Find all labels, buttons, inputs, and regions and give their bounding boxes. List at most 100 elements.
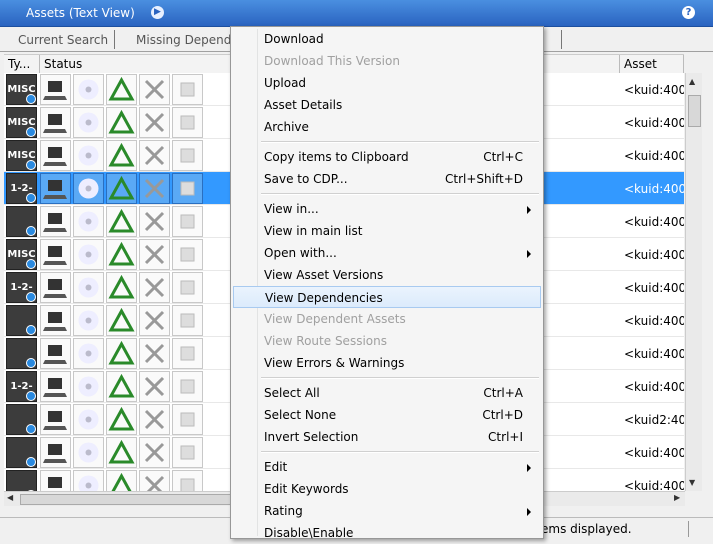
triangle-icon [106, 305, 137, 336]
menu-item-invert-selection[interactable]: Invert Selection Ctrl+I [233, 426, 541, 448]
menu-item-view-asset-versions[interactable]: View Asset Versions [233, 264, 541, 286]
asset-kuid: <kuid:40008 [624, 116, 684, 130]
menu-item-label: Select None [264, 408, 337, 422]
menu-item-view-in-main-list[interactable]: View in main list [233, 220, 541, 242]
vertical-scroll-thumb[interactable] [688, 95, 701, 127]
tools-icon [139, 74, 170, 105]
tools-icon [139, 206, 170, 237]
disc-icon [73, 470, 104, 491]
tab-separator [561, 30, 562, 49]
menu-item-save-to-cdp[interactable]: Save to CDP... Ctrl+Shift+D [233, 168, 541, 190]
menu-item-view-errors-warnings[interactable]: View Errors & Warnings [233, 352, 541, 374]
tools-icon [139, 404, 170, 435]
disc-icon [73, 74, 104, 105]
installed-dot-icon [26, 127, 36, 137]
square-icon [172, 74, 203, 105]
help-icon[interactable]: ? [682, 6, 695, 19]
installed-dot-icon [26, 160, 36, 170]
window-title: Assets (Text View) [26, 6, 135, 20]
disc-icon [73, 338, 104, 369]
scroll-left-icon[interactable]: ◀ [7, 493, 13, 502]
installed-dot-icon [26, 226, 36, 236]
menu-item-view-in[interactable]: View in... [233, 198, 541, 220]
laptop-icon [40, 272, 71, 303]
installed-dot-icon [26, 424, 36, 434]
menu-item-select-all[interactable]: Select All Ctrl+A [233, 382, 541, 404]
tools-icon [139, 173, 170, 204]
tools-icon [139, 140, 170, 171]
triangle-icon [106, 239, 137, 270]
asset-type-icon: MISC [6, 239, 37, 270]
menu-item-archive[interactable]: Archive [233, 116, 541, 138]
menu-item-disable-enable[interactable]: Disable\Enable [233, 522, 541, 544]
column-header-type[interactable]: Ty... [4, 55, 40, 73]
asset-type-icon: MISC [6, 140, 37, 171]
laptop-icon [40, 338, 71, 369]
installed-dot-icon [26, 94, 36, 104]
menu-item-select-none[interactable]: Select None Ctrl+D [233, 404, 541, 426]
menu-item-upload[interactable]: Upload [233, 72, 541, 94]
scroll-down-icon[interactable]: ▼ [689, 478, 695, 487]
triangle-icon [106, 371, 137, 402]
asset-type-icon [6, 437, 37, 468]
menu-item-edit[interactable]: Edit [233, 456, 541, 478]
laptop-icon [40, 206, 71, 237]
menu-item-download-this-version[interactable]: Download This Version [233, 50, 541, 72]
menu-separator [261, 141, 539, 143]
asset-kuid: <kuid:40008 [624, 215, 684, 229]
laptop-icon [40, 74, 71, 105]
asset-kuid: <kuid:40008 [624, 83, 684, 97]
menu-item-label: View Dependent Assets [264, 312, 406, 326]
square-icon [172, 206, 203, 237]
menu-item-label: Edit Keywords [264, 482, 349, 496]
menu-item-label: Copy items to Clipboard [264, 150, 409, 164]
square-icon [172, 437, 203, 468]
tools-icon [139, 371, 170, 402]
vertical-scrollbar[interactable]: ▲ ▼ [685, 73, 702, 491]
menu-item-copy-items-to-clipboard[interactable]: Copy items to Clipboard Ctrl+C [233, 146, 541, 168]
menu-item-shortcut: Ctrl+C [483, 150, 523, 164]
menu-item-asset-details[interactable]: Asset Details [233, 94, 541, 116]
menu-item-open-with[interactable]: Open with... [233, 242, 541, 264]
square-icon [172, 272, 203, 303]
menu-item-view-route-sessions[interactable]: View Route Sessions [233, 330, 541, 352]
scroll-up-icon[interactable]: ▲ [689, 77, 695, 86]
asset-kuid: <kuid:40008 [624, 182, 684, 196]
triangle-icon [106, 404, 137, 435]
menu-item-shortcut: Ctrl+D [482, 408, 523, 422]
horizontal-scroll-thumb[interactable] [20, 494, 232, 505]
menu-item-edit-keywords[interactable]: Edit Keywords [233, 478, 541, 500]
menu-item-label: Archive [264, 120, 309, 134]
scroll-right-icon[interactable]: ▶ [674, 493, 680, 502]
laptop-icon [40, 173, 71, 204]
installed-dot-icon [26, 358, 36, 368]
laptop-icon [40, 470, 71, 491]
installed-dot-icon [26, 193, 36, 203]
disc-icon [73, 371, 104, 402]
laptop-icon [40, 404, 71, 435]
triangle-icon [106, 272, 137, 303]
triangle-icon [106, 206, 137, 237]
laptop-icon [40, 239, 71, 270]
tools-icon [139, 107, 170, 138]
options-icon[interactable]: ▶ [151, 6, 164, 19]
asset-type-icon: MISC [6, 107, 37, 138]
menu-item-view-dependencies[interactable]: View Dependencies [233, 286, 541, 308]
tab-current-search[interactable]: Current Search [18, 30, 108, 50]
menu-item-view-dependent-assets[interactable]: View Dependent Assets [233, 308, 541, 330]
menu-item-label: Open with... [264, 246, 337, 260]
tools-icon [139, 239, 170, 270]
tools-icon [139, 437, 170, 468]
menu-item-rating[interactable]: Rating [233, 500, 541, 522]
submenu-arrow-icon [527, 206, 531, 214]
submenu-arrow-icon [527, 508, 531, 516]
square-icon [172, 239, 203, 270]
menu-item-label: View Route Sessions [264, 334, 387, 348]
column-header-asset-kuid[interactable]: Asset KUID [620, 55, 684, 89]
triangle-icon [106, 470, 137, 491]
menu-item-shortcut: Ctrl+Shift+D [445, 172, 523, 186]
asset-type-icon: 1-2-3-4 [6, 371, 37, 422]
disc-icon [73, 107, 104, 138]
menu-item-download[interactable]: Download [233, 28, 541, 50]
asset-kuid: <kuid:40008 [624, 281, 684, 295]
